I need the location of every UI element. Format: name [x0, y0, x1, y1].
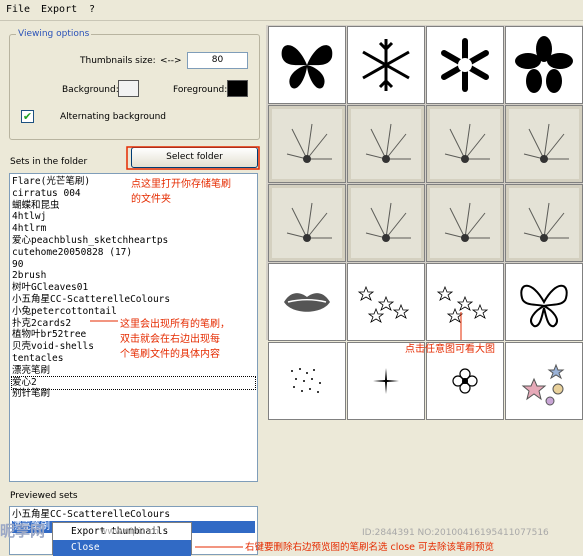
stars-icon[interactable]: [347, 263, 425, 341]
preview-hint-annotation: 点击任意图可看大图: [405, 344, 495, 355]
foreground-label: Foreground:: [173, 85, 228, 95]
dots-icon[interactable]: [268, 342, 346, 420]
folder-set-item[interactable]: tentacles: [12, 353, 63, 365]
thumbnail-grid: [266, 25, 583, 420]
menu-bar: File Export ?: [0, 0, 583, 21]
folder-set-item[interactable]: Flare(光芒笔刷): [12, 176, 90, 188]
sets-in-folder-label: Sets in the folder: [10, 157, 88, 167]
alternating-background-label: Alternating background: [60, 112, 167, 122]
folder-set-item[interactable]: 贝壳void-shells: [12, 341, 94, 353]
flare-brush-thumbnail[interactable]: [426, 184, 504, 262]
snowflake-bold-icon[interactable]: [426, 26, 504, 104]
flare-brush-thumbnail[interactable]: [347, 184, 425, 262]
flare-brush-thumbnail[interactable]: [268, 105, 346, 183]
folder-set-item[interactable]: 小五角星CC-ScatterelleColours: [12, 294, 170, 306]
flare-brush-thumbnail[interactable]: [505, 105, 583, 183]
flare-brush-thumbnail[interactable]: [426, 105, 504, 183]
folder-set-item[interactable]: 别针笔刷: [12, 388, 50, 400]
menu-help[interactable]: ?: [89, 4, 95, 15]
folder-set-item[interactable]: 蝴蝶和昆虫: [12, 200, 60, 212]
watermark-url: www.nipic.cn: [100, 527, 159, 537]
butterfly-icon[interactable]: [268, 26, 346, 104]
folder-set-item[interactable]: 爱心2: [11, 375, 256, 390]
folder-set-item[interactable]: 树叶GCleaves01: [12, 282, 88, 294]
bottom-hint-arrow: [195, 546, 243, 548]
list-hint-annotation: 这里会出现所有的笔刷， 双击就会在右边出现每 个笔刷文件的具体内容: [120, 319, 230, 360]
lips-icon[interactable]: [268, 263, 346, 341]
thumb-size-arrows: <-->: [160, 56, 182, 66]
flare-brush-thumbnail[interactable]: [505, 184, 583, 262]
folder-set-item[interactable]: cutehome20050828 (17): [12, 247, 132, 259]
background-color-swatch[interactable]: [118, 80, 139, 97]
colored-stars-icon[interactable]: [505, 342, 583, 420]
viewing-options-title: Viewing options: [16, 29, 92, 39]
folder-set-item[interactable]: 植物叶br52tree: [12, 329, 86, 341]
folder-set-item[interactable]: 漂亮笔刷: [12, 365, 50, 377]
bottom-hint-annotation: 右键要删除右边预览图的笔刷名选 close 可去除该笔刷预览: [245, 542, 495, 553]
folder-set-item[interactable]: 爱心peachblush_sketchheartps: [12, 235, 168, 247]
folder-set-item[interactable]: 4htlrm: [12, 223, 46, 235]
preview-hint-arrow: [460, 312, 462, 340]
flare-brush-thumbnail[interactable]: [347, 105, 425, 183]
flower-icon[interactable]: [505, 26, 583, 104]
menu-file[interactable]: File: [6, 4, 30, 15]
folder-set-item[interactable]: 4htlwj: [12, 211, 46, 223]
folder-set-item[interactable]: cirratus 004: [12, 188, 81, 200]
foreground-color-swatch[interactable]: [227, 80, 248, 97]
watermark-id: ID:2844391 NO:20100416195411077516: [362, 528, 549, 538]
snowflake-icon[interactable]: [347, 26, 425, 104]
list-hint-arrow: [90, 320, 118, 322]
thumb-size-input[interactable]: 80: [187, 52, 248, 69]
folder-set-item[interactable]: 2brush: [12, 270, 46, 282]
open-folder-annotation: 点这里打开你存储笔刷 的文件夹: [131, 179, 231, 205]
flare-brush-thumbnail[interactable]: [268, 184, 346, 262]
alternating-background-checkbox[interactable]: ✔: [21, 110, 34, 123]
thumb-size-label: Thumbnails size:: [80, 56, 156, 66]
stars-icon[interactable]: [426, 263, 504, 341]
menu-export[interactable]: Export: [41, 4, 77, 15]
previewed-sets-label: Previewed sets: [10, 491, 78, 501]
select-folder-highlight: [126, 146, 260, 170]
butterfly-mask-icon[interactable]: [505, 263, 583, 341]
folder-set-item[interactable]: 扑克2cards2: [12, 318, 71, 330]
watermark-logo: 昵享网: [0, 522, 46, 540]
background-label: Background:: [62, 85, 119, 95]
close-menu-item[interactable]: Close: [53, 540, 191, 556]
folder-set-item[interactable]: 90: [12, 259, 23, 271]
